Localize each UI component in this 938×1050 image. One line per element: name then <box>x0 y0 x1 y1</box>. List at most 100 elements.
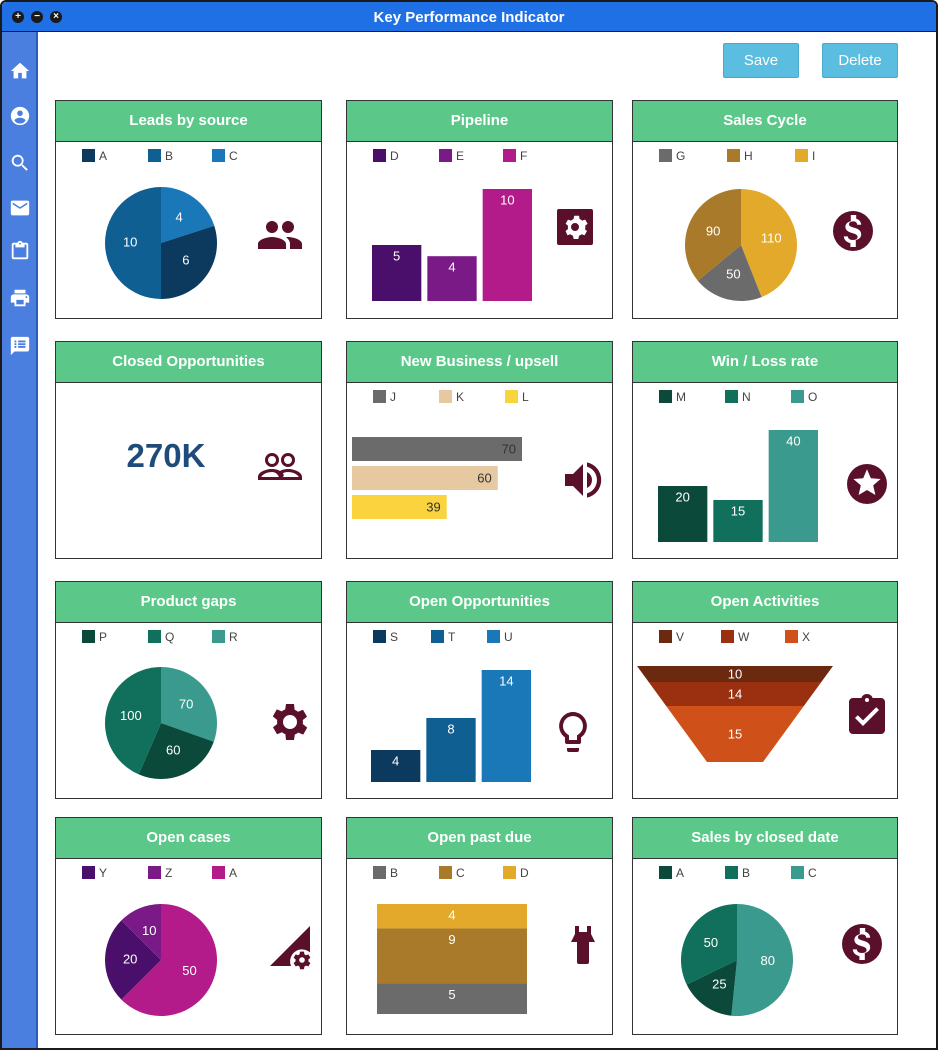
bar-chart: 20 15 40 <box>658 430 818 542</box>
legend-item: A <box>212 866 237 880</box>
lightbulb-icon <box>549 708 597 756</box>
lamp-icon <box>559 922 607 970</box>
legend-item: D <box>503 866 529 880</box>
star-icon <box>843 460 891 508</box>
legend-item: U <box>487 630 513 644</box>
data-label: 14 <box>499 673 513 688</box>
legend-item: C <box>439 866 465 880</box>
data-label: 10 <box>142 923 156 938</box>
stacked-bar-chart: 5 9 4 <box>377 904 527 1014</box>
data-label: 50 <box>704 935 718 950</box>
panel-title: Open cases <box>55 817 322 859</box>
panel-product-gaps: Product gaps P Q R 70 60 100 <box>55 581 322 799</box>
sidebar <box>2 32 38 1048</box>
data-label: 110 <box>761 231 782 246</box>
search-icon[interactable] <box>9 152 31 174</box>
legend-item: X <box>785 630 810 644</box>
home-icon[interactable] <box>9 60 31 82</box>
legend-item: A <box>659 866 684 880</box>
panel-title: Sales Cycle <box>632 100 898 142</box>
data-label: 15 <box>731 503 745 518</box>
pie-chart: 50 20 10 <box>105 904 217 1016</box>
panel-title: Open Opportunities <box>346 581 613 623</box>
triangle-gear-icon <box>266 922 314 970</box>
legend-item: B <box>148 149 173 163</box>
window-title: Key Performance Indicator <box>373 9 565 26</box>
data-label: 4 <box>448 907 455 922</box>
panel-win-loss-rate: Win / Loss rate M N O 20 15 40 <box>632 341 898 559</box>
bar <box>352 466 498 490</box>
app-window: + − × Key Performance Indicator Save Del… <box>0 0 938 1050</box>
legend-item: J <box>373 390 396 404</box>
data-label: 9 <box>448 932 455 947</box>
legend-item: P <box>82 630 107 644</box>
legend-item: Y <box>82 866 107 880</box>
data-label: 90 <box>706 223 720 238</box>
data-label: 4 <box>448 260 455 275</box>
legend-item: B <box>373 866 398 880</box>
data-label: 80 <box>761 953 775 968</box>
data-label: 20 <box>123 951 137 966</box>
delete-button[interactable]: Delete <box>822 43 898 78</box>
data-label: 10 <box>728 666 742 681</box>
panel-pipeline: Pipeline D E F 5 4 10 <box>346 100 613 319</box>
panel-leads-by-source: Leads by source A B C 4 6 10 <box>55 100 322 319</box>
panel-title: Closed Opportunities <box>55 341 322 383</box>
data-label: 10 <box>500 192 514 207</box>
legend-item: H <box>727 149 753 163</box>
data-label: 50 <box>182 963 196 978</box>
legend-item: G <box>659 149 685 163</box>
speaker-icon <box>559 456 607 504</box>
dollar-icon <box>838 920 886 968</box>
pie-chart: 70 60 100 <box>104 667 217 779</box>
legend-item: E <box>439 149 464 163</box>
legend-item: C <box>212 149 238 163</box>
panel-title: New Business / upsell <box>346 341 613 383</box>
data-label: 70 <box>179 697 193 712</box>
legend-item: V <box>659 630 684 644</box>
funnel-chart: 10 14 15 <box>637 666 833 762</box>
legend-item: L <box>505 390 529 404</box>
data-label: 60 <box>477 470 491 485</box>
bar <box>352 437 522 461</box>
data-label: 15 <box>728 726 742 741</box>
save-button[interactable]: Save <box>723 43 799 78</box>
legend-item: D <box>373 149 399 163</box>
printer-icon[interactable] <box>9 287 31 309</box>
data-label: 10 <box>123 234 137 249</box>
legend-item: M <box>659 390 686 404</box>
panel-open-activities: Open Activities V W X 10 14 15 <box>632 581 898 799</box>
panel-open-cases: Open cases Y Z A 50 20 10 <box>55 817 322 1035</box>
bar-chart: 4 8 14 <box>371 670 531 782</box>
user-circle-icon[interactable] <box>9 105 31 127</box>
data-label: 25 <box>712 977 726 992</box>
data-label: 5 <box>393 248 400 263</box>
mail-icon[interactable] <box>9 197 31 219</box>
clipboard-icon[interactable] <box>9 240 31 262</box>
data-label: 5 <box>448 987 455 1002</box>
legend-item: N <box>725 390 751 404</box>
data-label: 40 <box>786 433 800 448</box>
panel-title: Product gaps <box>55 581 322 623</box>
legend-item: A <box>82 149 107 163</box>
legend-item: C <box>791 866 817 880</box>
title-bar: + − × Key Performance Indicator <box>2 2 936 32</box>
panel-title: Win / Loss rate <box>632 341 898 383</box>
panel-new-business: New Business / upsell J K L 70 60 39 <box>346 341 613 559</box>
panel-title: Sales by closed date <box>632 817 898 859</box>
data-label: 14 <box>728 686 742 701</box>
data-label: 100 <box>120 708 142 723</box>
data-label: 4 <box>175 210 182 225</box>
panel-title: Open Activities <box>632 581 898 623</box>
data-label: 70 <box>502 441 516 456</box>
data-label: 60 <box>166 743 180 758</box>
message-list-icon[interactable] <box>9 335 31 357</box>
gear-icon <box>264 698 312 746</box>
legend-item: B <box>725 866 750 880</box>
gear-icon <box>551 203 599 251</box>
dollar-icon <box>829 207 877 255</box>
legend-item: R <box>212 630 238 644</box>
legend-item: Z <box>148 866 172 880</box>
pie-chart: 110 50 90 <box>685 189 797 301</box>
panel-title: Pipeline <box>346 100 613 142</box>
